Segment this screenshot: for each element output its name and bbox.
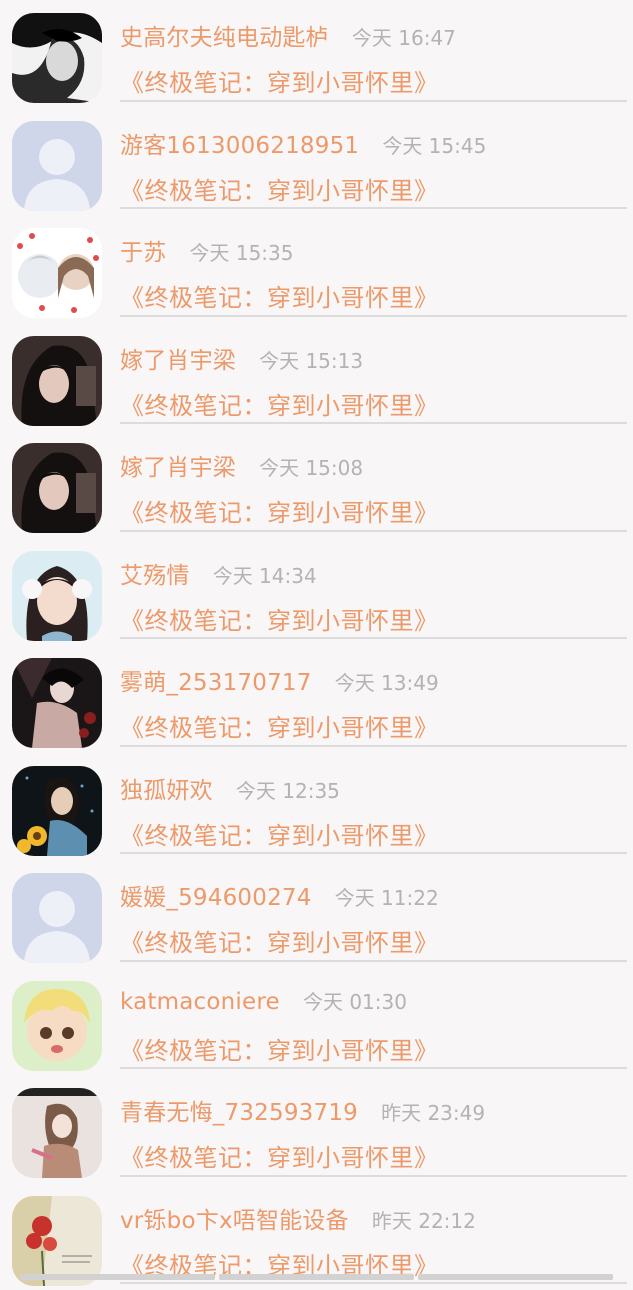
username[interactable]: katmaconiere: [120, 989, 280, 1015]
username[interactable]: 青春无悔_732593719: [120, 1100, 358, 1126]
timestamp: 今天 16:47: [352, 26, 456, 50]
avatar[interactable]: [12, 551, 102, 641]
anime-pair-icon: [12, 228, 102, 318]
avatar[interactable]: [12, 443, 102, 533]
timestamp: 昨天 22:12: [372, 1209, 476, 1233]
list-item[interactable]: katmaconiere 今天 01:30 《终极笔记：穿到小哥怀里》: [0, 968, 633, 1076]
book-title-link[interactable]: 《终极笔记：穿到小哥怀里》: [120, 1138, 439, 1173]
timestamp: 今天 14:34: [213, 564, 317, 588]
divider: [120, 745, 627, 747]
comment-list: 史高尔夫纯电动匙栌 今天 16:47 《终极笔记：穿到小哥怀里》 游客16130…: [0, 0, 633, 1290]
username[interactable]: 雾萌_253170717: [120, 670, 312, 696]
red-flower-icon: [12, 1196, 102, 1286]
timestamp: 今天 15:35: [190, 241, 294, 265]
list-item[interactable]: 嫁了肖宇梁 今天 15:08 《终极笔记：穿到小哥怀里》: [0, 430, 633, 538]
divider: [120, 852, 627, 854]
dark-portrait-icon: [12, 13, 102, 103]
timestamp: 今天 13:49: [335, 671, 439, 695]
book-title-link[interactable]: 《终极笔记：穿到小哥怀里》: [120, 816, 439, 851]
avatar[interactable]: [12, 1088, 102, 1178]
list-item[interactable]: 青春无悔_732593719 昨天 23:49 《终极笔记：穿到小哥怀里》: [0, 1075, 633, 1183]
avatar[interactable]: [12, 658, 102, 748]
toolbar-segment: [418, 1274, 613, 1280]
list-item[interactable]: 游客1613006218951 今天 15:45 《终极笔记：穿到小哥怀里》: [0, 108, 633, 216]
sunflower-girl-icon: [12, 766, 102, 856]
list-item[interactable]: 史高尔夫纯电动匙栌 今天 16:47 《终极笔记：穿到小哥怀里》: [0, 0, 633, 108]
divider: [120, 960, 627, 962]
timestamp: 昨天 23:49: [381, 1101, 485, 1125]
book-title-link[interactable]: 《终极笔记：穿到小哥怀里》: [120, 386, 439, 421]
list-item[interactable]: 嫁了肖宇梁 今天 15:13 《终极笔记：穿到小哥怀里》: [0, 323, 633, 431]
avatar[interactable]: [12, 981, 102, 1071]
divider: [120, 422, 627, 424]
username[interactable]: 史高尔夫纯电动匙栌: [120, 25, 329, 51]
avatar[interactable]: [12, 228, 102, 318]
cartoon-boy-icon: [12, 981, 102, 1071]
list-item[interactable]: 于苏 今天 15:35 《终极笔记：穿到小哥怀里》: [0, 215, 633, 323]
list-item[interactable]: 媛媛_594600274 今天 11:22 《终极笔记：穿到小哥怀里》: [0, 860, 633, 968]
anime-dark-icon: [12, 658, 102, 748]
avatar[interactable]: [12, 873, 102, 963]
bottom-toolbar-edge: [0, 1274, 633, 1280]
username[interactable]: 媛媛_594600274: [120, 885, 312, 911]
timestamp: 今天 11:22: [335, 886, 439, 910]
divider: [120, 637, 627, 639]
timestamp: 今天 15:45: [382, 134, 486, 158]
username[interactable]: 嫁了肖宇梁: [120, 455, 236, 481]
username[interactable]: 游客1613006218951: [120, 133, 359, 159]
book-title-link[interactable]: 《终极笔记：穿到小哥怀里》: [120, 278, 439, 313]
avatar[interactable]: [12, 121, 102, 211]
book-title-link[interactable]: 《终极笔记：穿到小哥怀里》: [120, 923, 439, 958]
divider: [120, 100, 627, 102]
timestamp: 今天 12:35: [236, 779, 340, 803]
toolbar-segment: [219, 1274, 414, 1280]
username[interactable]: vr铄bo卞x唔智能设备: [120, 1208, 349, 1234]
list-item[interactable]: 独孤妍欢 今天 12:35 《终极笔记：穿到小哥怀里》: [0, 753, 633, 861]
girl-portrait-icon: [12, 336, 102, 426]
username[interactable]: 于苏: [120, 240, 166, 266]
divider: [120, 315, 627, 317]
avatar[interactable]: [12, 13, 102, 103]
book-title-link[interactable]: 《终极笔记：穿到小哥怀里》: [120, 493, 439, 528]
divider: [120, 1067, 627, 1069]
avatar[interactable]: [12, 1196, 102, 1286]
book-title-link[interactable]: 《终极笔记：穿到小哥怀里》: [120, 708, 439, 743]
default-user-icon: [12, 873, 102, 963]
divider: [120, 207, 627, 209]
sketch-girl-icon: [12, 1088, 102, 1178]
default-user-icon: [12, 121, 102, 211]
book-title-link[interactable]: 《终极笔记：穿到小哥怀里》: [120, 171, 439, 206]
timestamp: 今天 15:08: [259, 456, 363, 480]
toolbar-segment: [20, 1274, 215, 1280]
timestamp: 今天 15:13: [259, 349, 363, 373]
timestamp: 今天 01:30: [303, 990, 407, 1014]
username[interactable]: 独孤妍欢: [120, 778, 213, 804]
book-title-link[interactable]: 《终极笔记：穿到小哥怀里》: [120, 1031, 439, 1066]
username[interactable]: 艾殇情: [120, 563, 190, 589]
username[interactable]: 嫁了肖宇梁: [120, 348, 236, 374]
divider: [120, 1175, 627, 1177]
anime-earmuff-icon: [12, 551, 102, 641]
list-item[interactable]: 雾萌_253170717 今天 13:49 《终极笔记：穿到小哥怀里》: [0, 645, 633, 753]
divider: [120, 530, 627, 532]
list-item[interactable]: 艾殇情 今天 14:34 《终极笔记：穿到小哥怀里》: [0, 538, 633, 646]
book-title-link[interactable]: 《终极笔记：穿到小哥怀里》: [120, 63, 439, 98]
divider: [120, 1282, 627, 1284]
avatar[interactable]: [12, 766, 102, 856]
avatar[interactable]: [12, 336, 102, 426]
book-title-link[interactable]: 《终极笔记：穿到小哥怀里》: [120, 601, 439, 636]
girl-portrait-icon: [12, 443, 102, 533]
